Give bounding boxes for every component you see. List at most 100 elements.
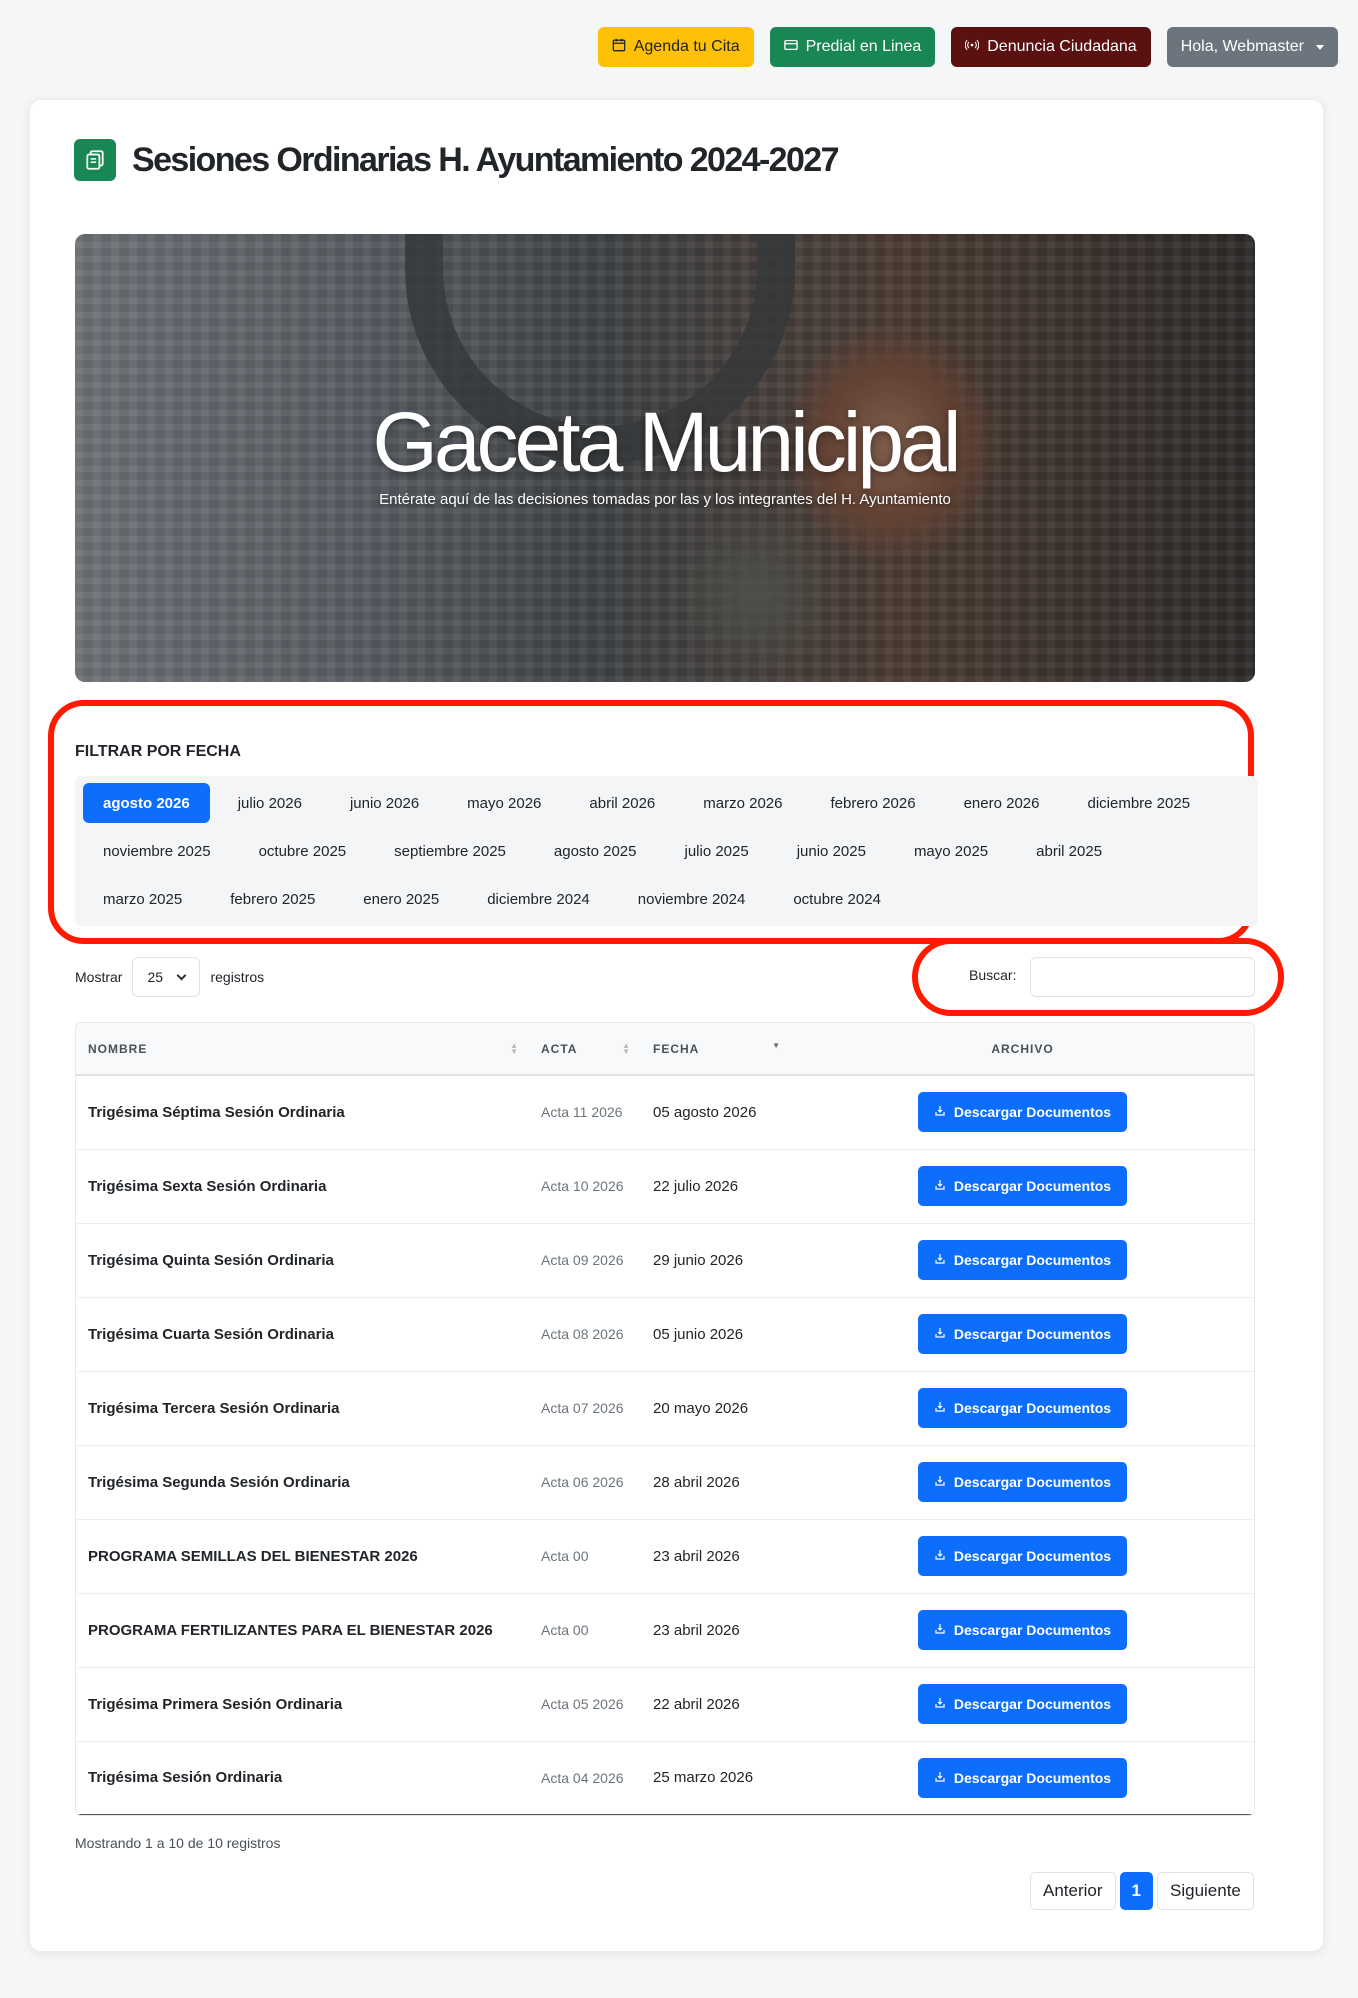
- download-label: Descargar Documentos: [953, 1252, 1112, 1268]
- session-name: Trigésima Sesión Ordinaria: [76, 1741, 529, 1815]
- month-filter-pill[interactable]: enero 2026: [944, 783, 1060, 823]
- month-filter-pill[interactable]: agosto 2025: [534, 831, 657, 871]
- denuncia-label: Denuncia Ciudadana: [987, 38, 1137, 55]
- month-filter-pill[interactable]: mayo 2025: [894, 831, 1008, 871]
- table-row: Trigésima Quinta Sesión Ordinaria Acta 09…: [76, 1223, 1254, 1298]
- month-filter-pill[interactable]: abril 2025: [1016, 831, 1122, 871]
- session-date: 20 mayo 2026: [641, 1371, 791, 1446]
- download-documents-button[interactable]: Descargar Documentos: [917, 1314, 1128, 1354]
- session-date: 23 abril 2026: [641, 1593, 791, 1668]
- month-filter-pill[interactable]: julio 2026: [218, 783, 322, 823]
- download-documents-button[interactable]: Descargar Documentos: [917, 1757, 1128, 1798]
- month-filter-pill[interactable]: noviembre 2024: [618, 879, 766, 919]
- user-menu-button[interactable]: Hola, Webmaster: [1166, 27, 1338, 67]
- download-documents-button[interactable]: Descargar Documentos: [917, 1092, 1128, 1133]
- download-icon: [934, 1252, 946, 1268]
- download-documents-button[interactable]: Descargar Documentos: [917, 1166, 1128, 1206]
- month-filter-pill[interactable]: abril 2026: [569, 783, 675, 823]
- table-body: Trigésima Séptima Sesión Ordinaria Acta 1…: [76, 1075, 1254, 1815]
- session-acta: Acta 09 2026: [529, 1223, 641, 1298]
- month-filter-pill[interactable]: agosto 2026: [83, 783, 210, 823]
- download-icon: [934, 1104, 946, 1120]
- month-filter-pill[interactable]: marzo 2025: [83, 879, 202, 919]
- download-documents-button[interactable]: Descargar Documentos: [917, 1610, 1128, 1650]
- month-filter-pill[interactable]: diciembre 2025: [1067, 783, 1210, 823]
- session-file-cell: Descargar Documentos: [791, 1667, 1254, 1742]
- download-documents-button[interactable]: Descargar Documentos: [917, 1388, 1128, 1428]
- download-icon: [934, 1770, 946, 1786]
- download-icon: [934, 1548, 946, 1564]
- filter-label: FILTRAR POR FECHA: [75, 743, 241, 760]
- header-archivo: ARCHIVO: [791, 1023, 1254, 1076]
- sort-icon: ▲ ▼: [622, 1041, 631, 1056]
- session-acta: Acta 07 2026: [529, 1371, 641, 1446]
- session-date: 05 junio 2026: [641, 1297, 791, 1372]
- predial-button[interactable]: Predial en Linea: [769, 27, 936, 67]
- top-actions: Agenda tu Cita Predial en Linea Denuncia…: [597, 27, 1338, 67]
- session-date: 05 agosto 2026: [641, 1075, 791, 1150]
- user-menu-label: Hola, Webmaster: [1180, 38, 1304, 55]
- table-row: PROGRAMA FERTILIZANTES PARA EL BIENESTAR…: [76, 1593, 1254, 1668]
- table-row: PROGRAMA SEMILLAS DEL BIENESTAR 2026 Acta…: [76, 1519, 1254, 1594]
- month-filter-pill[interactable]: octubre 2024: [773, 879, 901, 919]
- month-filter-pill[interactable]: septiembre 2025: [374, 831, 526, 871]
- search-input[interactable]: [1030, 957, 1255, 997]
- agenda-cita-button[interactable]: Agenda tu Cita: [597, 27, 754, 67]
- download-label: Descargar Documentos: [953, 1769, 1112, 1786]
- session-file-cell: Descargar Documentos: [791, 1297, 1254, 1372]
- month-filter: agosto 2026 julio 2026 junio 2026 mayo 2026…: [75, 776, 1258, 926]
- download-documents-button[interactable]: Descargar Documentos: [917, 1684, 1128, 1724]
- table-row: Trigésima Sesión Ordinaria Acta 04 2026 25…: [76, 1741, 1254, 1815]
- records-label: registros: [210, 969, 265, 985]
- page-1-button[interactable]: 1: [1119, 1872, 1153, 1910]
- download-icon: [934, 1474, 946, 1490]
- prev-page-button[interactable]: Anterior: [1030, 1872, 1116, 1910]
- next-page-button[interactable]: Siguiente: [1157, 1872, 1254, 1910]
- month-filter-pill[interactable]: noviembre 2025: [83, 831, 231, 871]
- main-card: Sesiones Ordinarias H. Ayuntamiento 2024…: [29, 99, 1324, 1952]
- session-acta: Acta 08 2026: [529, 1297, 641, 1372]
- download-label: Descargar Documentos: [953, 1178, 1112, 1194]
- session-acta: Acta 10 2026: [529, 1149, 641, 1224]
- month-filter-pill[interactable]: julio 2025: [664, 831, 768, 871]
- records-info: Mostrando 1 a 10 de 10 registros: [75, 1835, 281, 1851]
- session-file-cell: Descargar Documentos: [791, 1593, 1254, 1668]
- table-row: Trigésima Primera Sesión Ordinaria Acta 0…: [76, 1667, 1254, 1742]
- download-label: Descargar Documentos: [953, 1696, 1112, 1712]
- table-row: Trigésima Segunda Sesión Ordinaria Acta 0…: [76, 1445, 1254, 1520]
- download-label: Descargar Documentos: [953, 1326, 1112, 1342]
- session-name: Trigésima Primera Sesión Ordinaria: [76, 1667, 529, 1742]
- denuncia-button[interactable]: Denuncia Ciudadana: [951, 27, 1151, 67]
- month-filter-pill[interactable]: marzo 2026: [683, 783, 802, 823]
- documents-icon: [74, 139, 116, 181]
- month-filter-pill[interactable]: junio 2026: [330, 783, 439, 823]
- session-file-cell: Descargar Documentos: [791, 1075, 1254, 1150]
- page-size-control: Mostrar 25 registros: [75, 957, 264, 997]
- session-file-cell: Descargar Documentos: [791, 1223, 1254, 1298]
- session-name: PROGRAMA SEMILLAS DEL BIENESTAR 2026: [76, 1519, 529, 1594]
- table-row: Trigésima Séptima Sesión Ordinaria Acta 1…: [76, 1075, 1254, 1150]
- session-acta: Acta 04 2026: [529, 1741, 641, 1815]
- header-nombre[interactable]: NOMBRE ▲ ▼: [76, 1023, 529, 1076]
- month-filter-pill[interactable]: octubre 2025: [239, 831, 367, 871]
- header-acta[interactable]: ACTA ▲ ▼: [529, 1023, 641, 1076]
- header-fecha[interactable]: FECHA ▼: [641, 1023, 791, 1076]
- session-file-cell: Descargar Documentos: [791, 1519, 1254, 1594]
- month-filter-pill[interactable]: enero 2025: [343, 879, 459, 919]
- session-file-cell: Descargar Documentos: [791, 1371, 1254, 1446]
- download-documents-button[interactable]: Descargar Documentos: [917, 1240, 1128, 1280]
- page-size-select[interactable]: 25: [132, 957, 201, 997]
- download-documents-button[interactable]: Descargar Documentos: [917, 1536, 1128, 1576]
- download-icon: [934, 1400, 946, 1416]
- sessions-table: NOMBRE ▲ ▼ ACTA ▲ ▼ FECHA ▼ ARCHIVO Trigésima…: [75, 1022, 1255, 1816]
- download-documents-button[interactable]: Descargar Documentos: [917, 1462, 1128, 1502]
- session-name: Trigésima Sexta Sesión Ordinaria: [76, 1149, 529, 1224]
- month-filter-pill[interactable]: diciembre 2024: [467, 879, 610, 919]
- month-filter-pill[interactable]: mayo 2026: [447, 783, 561, 823]
- month-filter-pill[interactable]: febrero 2025: [210, 879, 335, 919]
- download-label: Descargar Documentos: [953, 1104, 1112, 1121]
- session-date: 23 abril 2026: [641, 1519, 791, 1594]
- month-filter-pill[interactable]: junio 2025: [777, 831, 886, 871]
- table-row: Trigésima Tercera Sesión Ordinaria Acta 0…: [76, 1371, 1254, 1446]
- month-filter-pill[interactable]: febrero 2026: [811, 783, 936, 823]
